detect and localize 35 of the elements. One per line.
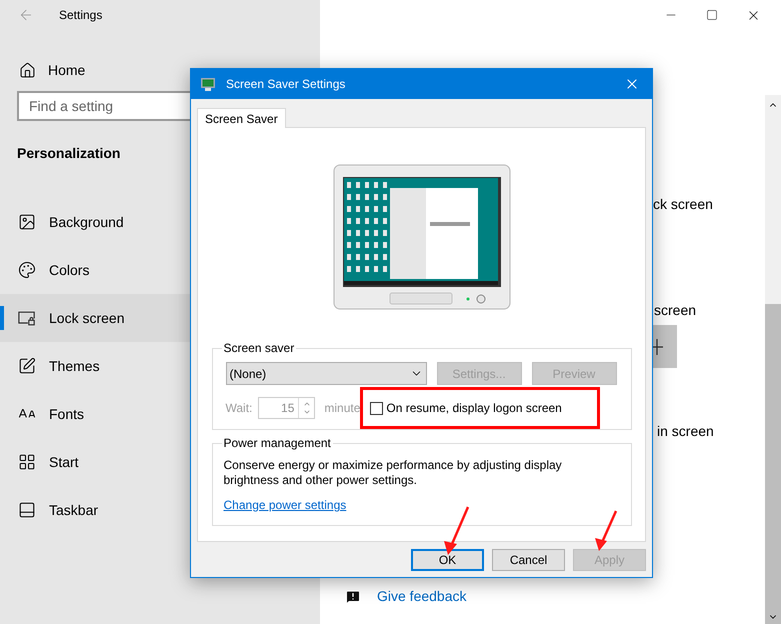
power-description: Conserve energy or maximize performance by adjusting display brightness and other power settings. [224, 458, 563, 488]
grid-icon [18, 453, 36, 471]
checkbox-label: On resume, display logon screen [386, 400, 562, 417]
feedback-link[interactable]: Give feedback [377, 586, 466, 607]
checkbox[interactable] [370, 402, 384, 414]
dialog-button[interactable]: OK [411, 549, 484, 571]
setting-text: ck screen [653, 195, 713, 214]
power-settings-link[interactable]: Change power settings [224, 496, 346, 514]
home-icon[interactable] [19, 62, 36, 78]
plus-icon [651, 338, 663, 354]
taskbar-icon [18, 501, 36, 519]
nav-item[interactable]: Colors [0, 246, 320, 294]
wait-label: Wait: [226, 400, 252, 417]
picture-icon [18, 213, 36, 231]
section-heading: Personalization [17, 144, 122, 163]
scrollbar[interactable] [765, 95, 781, 624]
nav-item[interactable]: Home [48, 60, 86, 80]
annotation-arrow [592, 509, 618, 553]
monitor-icon [200, 76, 216, 92]
nav-item[interactable]: Background [0, 198, 320, 246]
setting-text: screen [654, 301, 696, 320]
palette-icon [18, 261, 36, 279]
monitor-lock-icon [18, 310, 36, 326]
pen-icon [18, 357, 36, 375]
spin-up-icon[interactable] [302, 400, 311, 408]
dialog-title: Screen Saver Settings [226, 76, 346, 93]
tab[interactable]: Screen Saver [197, 108, 286, 128]
setting-text: in screen [657, 422, 714, 441]
dialog-button[interactable]: Cancel [492, 549, 565, 571]
feedback-icon [345, 588, 361, 604]
screen-saver-dropdown[interactable]: (None) [226, 362, 426, 385]
unit-label: minute [324, 400, 360, 417]
maximize-icon[interactable] [706, 9, 718, 21]
window-title: Settings [59, 7, 102, 24]
spin-down-icon[interactable] [302, 408, 311, 416]
